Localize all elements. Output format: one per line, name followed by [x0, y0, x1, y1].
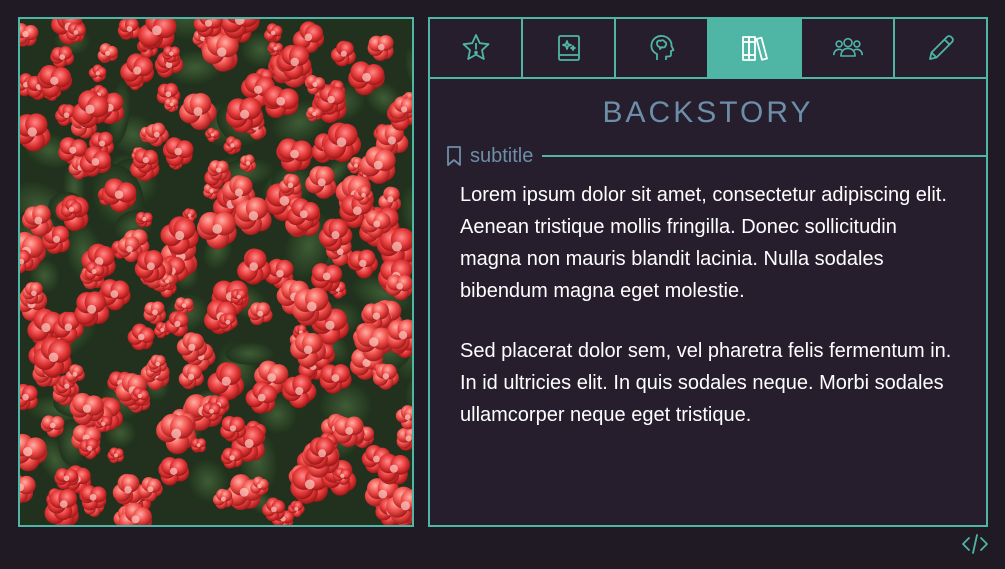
backstory-card: BACKSTORY subtitle Lorem ipsum dolor sit… [428, 17, 988, 527]
tab-sparkle-book[interactable] [523, 19, 616, 77]
flower-photo-image [20, 19, 412, 525]
card-body: Lorem ipsum dolor sit amet, consectetur … [430, 169, 986, 431]
head-profile-icon [650, 35, 674, 60]
tab-star[interactable] [430, 19, 523, 77]
paragraph: Lorem ipsum dolor sit amet, consectetur … [460, 184, 947, 302]
tab-library-books[interactable] [709, 19, 802, 77]
paragraph: Sed placerat dolor sem, vel pharetra fel… [460, 340, 952, 426]
tab-users-group[interactable] [802, 19, 895, 77]
bookmark-icon [447, 146, 461, 166]
card-title: BACKSTORY [602, 96, 814, 129]
pencil-icon [928, 35, 954, 60]
flower-photo [18, 17, 414, 527]
tab-head-profile[interactable] [616, 19, 709, 77]
star-icon [462, 34, 489, 60]
library-books-icon [741, 36, 768, 61]
code-icon[interactable] [961, 532, 989, 556]
app-stage: BACKSTORY subtitle Lorem ipsum dolor sit… [0, 0, 1005, 569]
tab-pencil[interactable] [895, 19, 986, 77]
users-group-icon [832, 37, 863, 57]
sparkle-book-icon [557, 35, 580, 61]
tab-bar [430, 19, 986, 79]
subtitle-divider [542, 155, 986, 157]
subtitle-label: subtitle [470, 144, 534, 167]
subtitle-row: subtitle [430, 143, 986, 169]
